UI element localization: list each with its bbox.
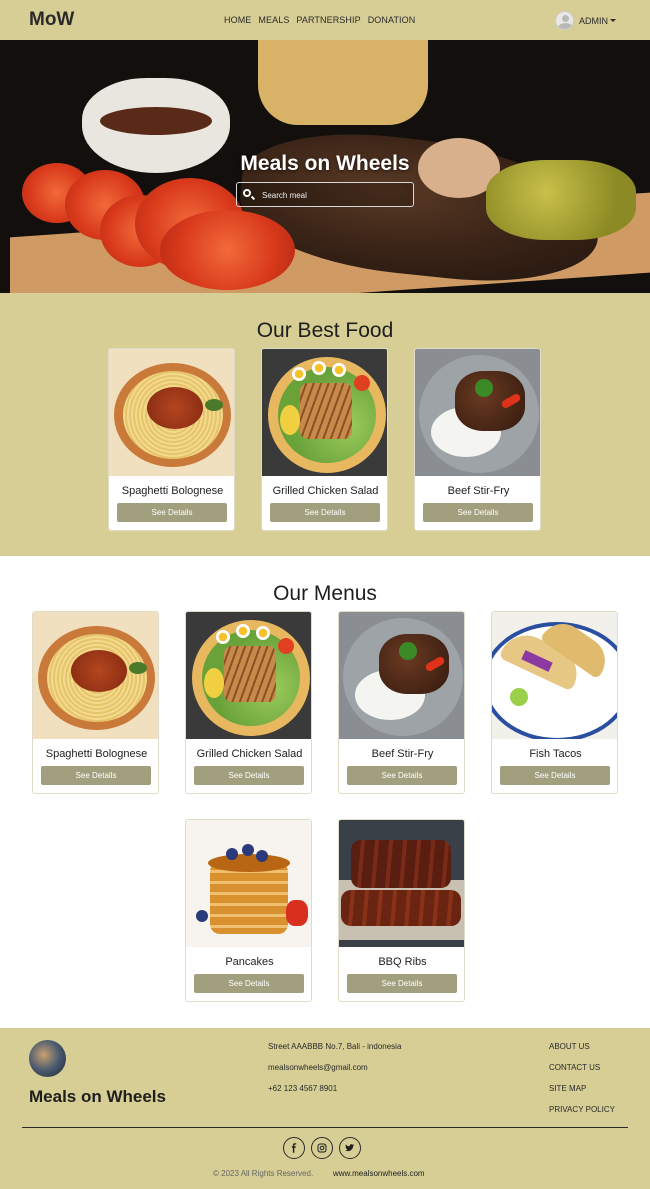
site-url[interactable]: www.mealsonwheels.com	[333, 1169, 425, 1178]
menus-section: Our Menus Spaghetti Bolognese See Detail…	[0, 556, 650, 1028]
nav-link-home[interactable]: HOME	[224, 15, 251, 25]
menu-card: BBQ Ribs See Details	[338, 819, 465, 1002]
see-details-button[interactable]: See Details	[41, 766, 151, 785]
food-image-spaghetti[interactable]	[33, 612, 158, 739]
see-details-button[interactable]: See Details	[194, 974, 304, 993]
footer-link-about[interactable]: ABOUT US	[549, 1042, 590, 1051]
menu-card-title: Grilled Chicken Salad	[196, 748, 303, 760]
user-name: ADMIN	[579, 15, 608, 26]
food-image-stir-fry[interactable]	[415, 349, 540, 476]
see-details-button[interactable]: See Details	[500, 766, 610, 785]
menu-card: Pancakes See Details	[185, 819, 312, 1002]
nav-link-meals[interactable]: MEALS	[258, 15, 289, 25]
nav-link-partnership[interactable]: PARTNERSHIP	[296, 15, 360, 25]
menu-card-title: Spaghetti Bolognese	[45, 748, 148, 760]
search-icon[interactable]	[243, 189, 251, 197]
nav-link-donation[interactable]: DONATION	[368, 15, 416, 25]
menu-card: Beef Stir-Fry See Details	[338, 611, 465, 794]
see-details-button[interactable]: See Details	[347, 974, 457, 993]
copyright-text: © 2023 All Rights Reserved.	[213, 1169, 314, 1178]
menu-card-title: Beef Stir-Fry	[371, 748, 434, 760]
hero-image-tomato	[160, 210, 295, 290]
food-card: Beef Stir-Fry See Details	[414, 348, 541, 531]
see-details-button[interactable]: See Details	[194, 766, 304, 785]
footer-email[interactable]: mealsonwheels@gmail.com	[268, 1063, 368, 1072]
footer-address: Street AAABBB No.7, Bali - indonesia	[268, 1042, 402, 1051]
search-input[interactable]	[262, 187, 407, 203]
food-image-salad[interactable]	[186, 612, 311, 739]
footer-link-privacy[interactable]: PRIVACY POLICY	[549, 1105, 615, 1114]
footer-brand: Meals on Wheels	[29, 1087, 166, 1106]
footer: Meals on Wheels Street AAABBB No.7, Bali…	[0, 1028, 650, 1189]
nav-links: HOME MEALS PARTNERSHIP DONATION	[224, 15, 422, 25]
hero-image-sauce	[100, 107, 212, 135]
footer-logo-image	[29, 1040, 66, 1077]
menu-card-title: BBQ Ribs	[378, 956, 427, 968]
menu-card: Spaghetti Bolognese See Details	[32, 611, 159, 794]
menu-card-title: Fish Tacos	[529, 748, 582, 760]
hero-title: Meals on Wheels	[240, 152, 410, 175]
food-card-title: Spaghetti Bolognese	[121, 485, 224, 497]
food-card: Grilled Chicken Salad See Details	[261, 348, 388, 531]
footer-divider	[22, 1127, 628, 1128]
facebook-icon[interactable]	[283, 1137, 305, 1159]
food-image-spaghetti[interactable]	[109, 349, 234, 476]
hero-banner: Meals on Wheels	[0, 40, 650, 293]
see-details-button[interactable]: See Details	[423, 503, 533, 522]
food-card-title: Grilled Chicken Salad	[272, 485, 379, 497]
best-food-section: Our Best Food Spaghetti Bolognese See De…	[0, 293, 650, 556]
brand-logo[interactable]: MoW	[29, 9, 74, 31]
avatar	[555, 11, 574, 30]
chevron-down-icon	[610, 19, 616, 22]
food-image-ribs[interactable]	[339, 820, 464, 947]
best-food-title: Our Best Food	[256, 319, 394, 342]
see-details-button[interactable]: See Details	[270, 503, 380, 522]
food-card: Spaghetti Bolognese See Details	[108, 348, 235, 531]
navbar: MoW HOME MEALS PARTNERSHIP DONATION ADMI…	[0, 0, 650, 40]
user-menu[interactable]: ADMIN	[555, 11, 616, 30]
instagram-icon[interactable]	[311, 1137, 333, 1159]
menu-card: Fish Tacos See Details	[491, 611, 618, 794]
see-details-button[interactable]: See Details	[117, 503, 227, 522]
footer-phone: +62 123 4567 8901	[268, 1084, 338, 1093]
food-card-title: Beef Stir-Fry	[447, 485, 510, 497]
see-details-button[interactable]: See Details	[347, 766, 457, 785]
food-image-pancakes[interactable]	[186, 820, 311, 947]
food-image-tacos[interactable]	[492, 612, 617, 739]
footer-link-sitemap[interactable]: SITE MAP	[549, 1084, 586, 1093]
twitter-icon[interactable]	[339, 1137, 361, 1159]
search-box	[236, 182, 414, 207]
menu-card-title: Pancakes	[225, 956, 274, 968]
menu-card: Grilled Chicken Salad See Details	[185, 611, 312, 794]
footer-link-contact[interactable]: CONTACT US	[549, 1063, 600, 1072]
menus-title: Our Menus	[273, 582, 377, 605]
food-image-salad[interactable]	[262, 349, 387, 476]
hero-image-fries	[258, 40, 428, 125]
food-image-stir-fry[interactable]	[339, 612, 464, 739]
